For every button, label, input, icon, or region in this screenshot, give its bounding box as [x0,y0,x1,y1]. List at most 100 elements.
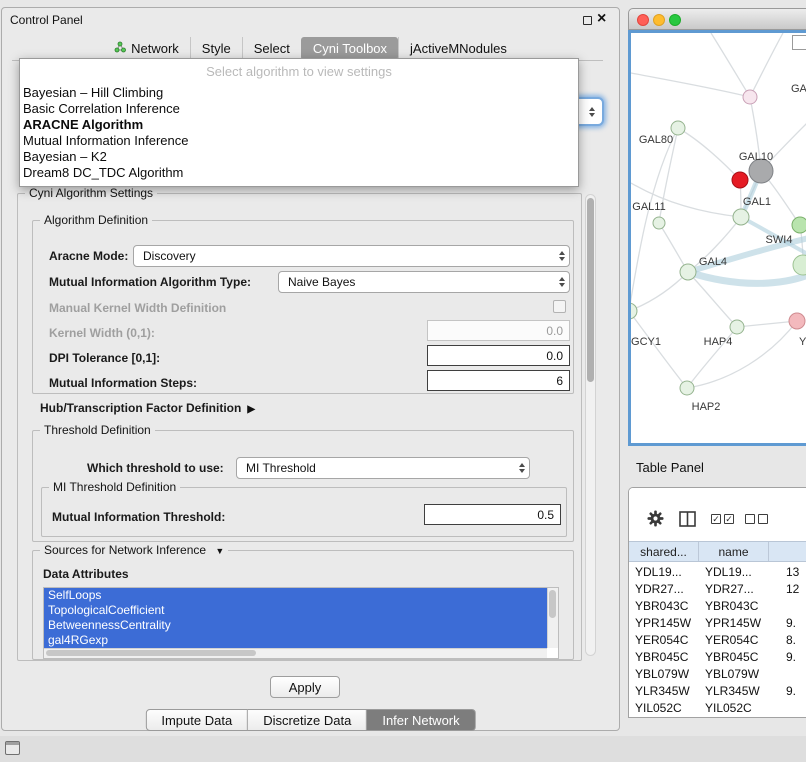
sources-legend[interactable]: Sources for Network Inference ▼ [40,543,228,557]
network-window-titlebar[interactable] [628,8,806,30]
network-node[interactable] [680,264,696,280]
dropdown-item-basic-correlation-inference[interactable]: Basic Correlation Inference [20,101,578,117]
table-cell[interactable]: YER054C [699,631,769,648]
table-cell[interactable]: 13 [769,563,806,580]
minimize-traffic-light-icon[interactable] [653,14,665,26]
table-row[interactable]: YDL19...YDL19...13 [629,563,806,580]
dropdown-item-bayesian-hill-climbing[interactable]: Bayesian – Hill Climbing [20,85,578,101]
tab-cyni-toolbox[interactable]: Cyni Toolbox [301,37,398,60]
table-cell[interactable]: YDL19... [699,563,769,580]
table-cell[interactable]: YBL079W [629,665,699,682]
mi-threshold-field[interactable]: 0.5 [424,504,561,525]
network-node[interactable] [631,303,637,319]
table-cell[interactable]: YLR345W [699,682,769,699]
table-cell[interactable]: YER054C [629,631,699,648]
table-cell[interactable] [769,699,806,716]
dropdown-item-dream8-dc-tdc-algorithm[interactable]: Dream8 DC_TDC Algorithm [20,165,578,181]
mi-steps-field[interactable]: 6 [427,370,570,391]
column-header-extra[interactable] [769,542,806,561]
table-cell[interactable]: 8. [769,631,806,648]
collapsed-window-icon[interactable] [5,741,20,755]
table-cell[interactable]: YBR043C [629,597,699,614]
table-cell[interactable]: 9. [769,614,806,631]
network-node[interactable] [671,121,685,135]
network-node[interactable] [730,320,744,334]
tab-select[interactable]: Select [242,37,301,60]
table-cell[interactable] [769,665,806,682]
close-traffic-light-icon[interactable] [637,14,649,26]
table-row[interactable]: YLR345WYLR345W9. [629,682,806,699]
attribute-item-betweennesscentrality[interactable]: BetweennessCentrality [44,618,547,633]
close-window-icon[interactable]: × [597,9,606,29]
scrollbar-thumb[interactable] [587,198,594,382]
table-cell[interactable]: YDR27... [629,580,699,597]
network-node[interactable] [789,313,805,329]
birdseye-toggle-icon[interactable] [792,35,806,50]
dpi-tolerance-field[interactable]: 0.0 [427,345,570,366]
list-horizontal-scrollbar[interactable] [44,648,547,658]
network-node[interactable] [792,217,806,233]
select-all-icon[interactable]: ✓ ✓ [711,514,734,524]
table-row[interactable]: YPR145WYPR145W9. [629,614,806,631]
table-cell[interactable]: YBR045C [629,648,699,665]
bottom-tab-infer-network[interactable]: Infer Network [367,709,475,731]
algorithm-definition-group: Algorithm Definition Aracne Mode: Discov… [32,220,574,394]
dropdown-item-aracne-algorithm[interactable]: ARACNE Algorithm [20,117,578,133]
table-cell[interactable]: 12 [769,580,806,597]
kernel-width-field[interactable]: 0.0 [427,320,570,341]
table-cell[interactable]: YPR145W [629,614,699,631]
list-vertical-scrollbar[interactable] [547,588,558,648]
aracne-mode-combobox[interactable]: Discovery [133,245,570,267]
table-cell[interactable]: YDL19... [629,563,699,580]
table-cell[interactable]: 9. [769,682,806,699]
network-node[interactable] [793,255,806,275]
table-cell[interactable]: YBL079W [699,665,769,682]
gear-icon[interactable] [647,510,664,527]
tab-network[interactable]: Network [103,37,190,60]
network-canvas[interactable]: GAL80GAL10GAL11GAL1SWI4GAL4GCY1HAP4HAP2G… [628,30,806,446]
settings-scrollbar[interactable] [585,194,596,656]
bottom-tab-impute-data[interactable]: Impute Data [145,709,248,731]
tab-style[interactable]: Style [190,37,242,60]
network-node[interactable] [743,90,757,104]
scrollbar-thumb[interactable] [549,590,556,618]
column-header-shared[interactable]: shared... [629,542,699,561]
column-header-name[interactable]: name [699,542,769,561]
attribute-item-selfloops[interactable]: SelfLoops [44,588,547,603]
table-cell[interactable]: YLR345W [629,682,699,699]
zoom-traffic-light-icon[interactable] [669,14,681,26]
mi-type-combobox[interactable]: Naive Bayes [278,271,570,293]
attribute-item-topologicalcoefficient[interactable]: TopologicalCoefficient [44,603,547,618]
table-cell[interactable]: YPR145W [699,614,769,631]
manual-kernel-checkbox[interactable] [553,300,566,313]
column-visibility-icon[interactable] [679,511,696,527]
network-node[interactable] [653,217,665,229]
apply-button[interactable]: Apply [270,676,340,698]
table-cell[interactable]: YBR045C [699,648,769,665]
deselect-all-icon[interactable] [745,514,768,524]
table-row[interactable]: YBR043CYBR043C [629,597,806,614]
network-node[interactable] [733,209,749,225]
table-cell[interactable]: YIL052C [629,699,699,716]
table-cell[interactable]: 9. [769,648,806,665]
table-cell[interactable] [769,597,806,614]
table-row[interactable]: YIL052CYIL052C [629,699,806,716]
network-node[interactable] [680,381,694,395]
tab-jactivemnodules[interactable]: jActiveMNodules [398,37,518,60]
attribute-item-gal4rgexp[interactable]: gal4RGexp [44,633,547,648]
hub-definition-expander[interactable]: Hub/Transcription Factor Definition▶ [40,401,255,415]
table-cell[interactable]: YBR043C [699,597,769,614]
table-row[interactable]: YER054CYER054C8. [629,631,806,648]
table-cell[interactable]: YIL052C [699,699,769,716]
table-row[interactable]: YBL079WYBL079W [629,665,806,682]
scrollbar-thumb[interactable] [46,650,256,656]
dropdown-item-mutual-information-inference[interactable]: Mutual Information Inference [20,133,578,149]
which-threshold-combobox[interactable]: MI Threshold [236,457,530,479]
bottom-tab-discretize-data[interactable]: Discretize Data [248,709,367,731]
float-window-icon[interactable] [583,16,592,25]
table-cell[interactable]: YDR27... [699,580,769,597]
table-row[interactable]: YBR045CYBR045C9. [629,648,806,665]
dropdown-item-bayesian-k2[interactable]: Bayesian – K2 [20,149,578,165]
network-node[interactable] [732,172,748,188]
table-row[interactable]: YDR27...YDR27...12 [629,580,806,597]
